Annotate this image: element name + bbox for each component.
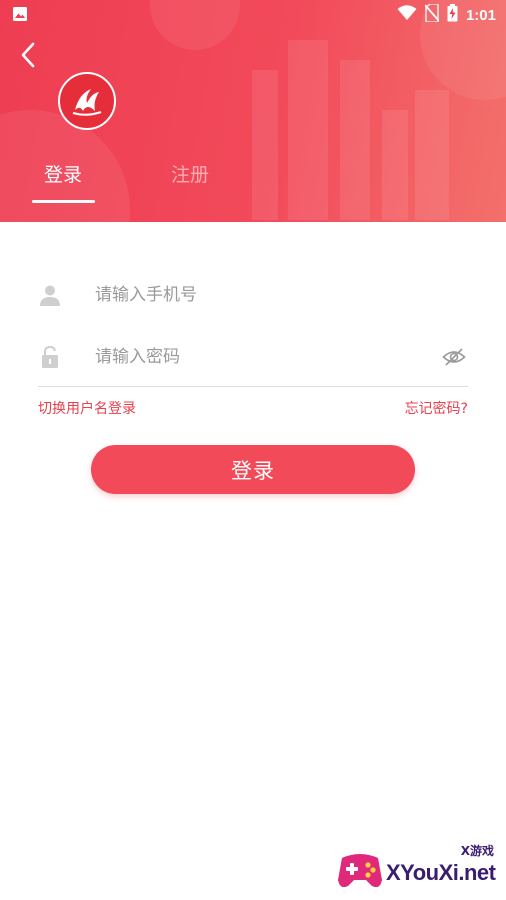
image-notification-icon (12, 6, 28, 26)
site-watermark: X游戏 XYouXi.net (336, 842, 502, 896)
chevron-left-icon (21, 42, 35, 68)
lock-icon (38, 345, 62, 369)
auth-links: 切换用户名登录 忘记密码? (38, 398, 468, 420)
watermark-small-text: X游戏 (460, 844, 494, 858)
gamepad-logo-icon (338, 854, 382, 888)
forgot-password-link[interactable]: 忘记密码? (405, 398, 468, 418)
tab-active-indicator (32, 200, 95, 203)
decor-building (288, 40, 328, 220)
back-button[interactable] (16, 40, 44, 70)
tab-register[interactable]: 注册 (171, 160, 209, 187)
no-sim-icon (424, 3, 440, 26)
decor-building (382, 110, 408, 220)
password-row (38, 327, 468, 387)
status-icons: 1:01 (397, 3, 496, 26)
app-logo (58, 72, 116, 130)
decor-building (340, 60, 370, 220)
user-icon (38, 283, 62, 307)
phone-input[interactable] (95, 285, 425, 305)
password-input[interactable] (95, 346, 425, 367)
switch-username-login-link[interactable]: 切换用户名登录 (38, 398, 136, 418)
tab-login[interactable]: 登录 (44, 160, 82, 187)
status-bar: 1:01 (0, 0, 506, 28)
app-logo-icon (72, 89, 102, 116)
status-time: 1:01 (465, 6, 496, 24)
watermark-text: XYouXi.net (386, 860, 496, 885)
login-button[interactable]: 登录 (91, 445, 415, 494)
wifi-icon (397, 5, 417, 25)
decor-building (252, 70, 278, 220)
decor-building (415, 90, 449, 220)
eye-off-icon[interactable] (442, 345, 466, 369)
phone-row (38, 265, 468, 325)
battery-charging-icon (447, 4, 458, 26)
header-banner: 1:01 登录 注册 (0, 0, 506, 222)
